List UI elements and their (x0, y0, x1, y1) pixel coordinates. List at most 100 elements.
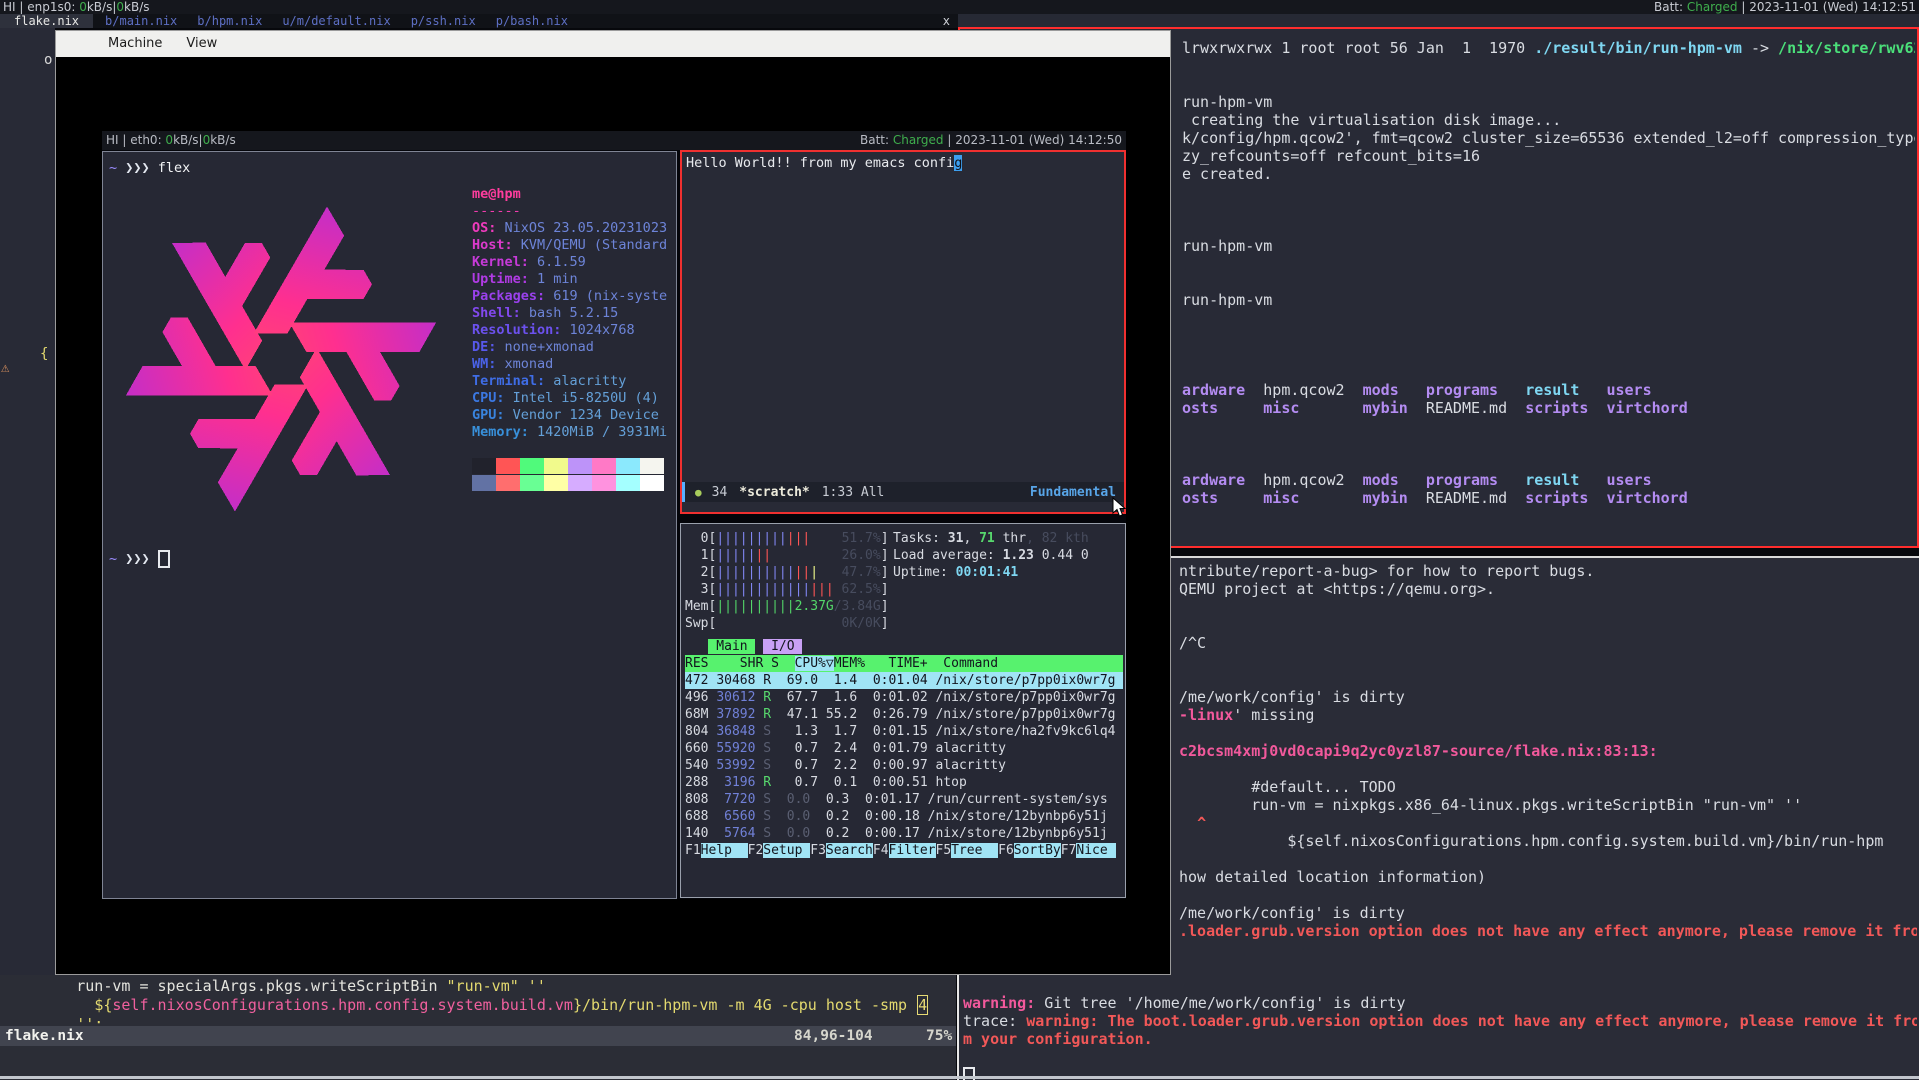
text-segment (640, 458, 664, 474)
text-segment: 2.37G (795, 599, 834, 614)
menu-machine[interactable]: Machine (108, 31, 162, 57)
tab-b-main-nix[interactable]: b/main.nix (105, 14, 177, 28)
line (1179, 724, 1917, 742)
fkey-search[interactable]: Search (826, 843, 873, 858)
text-segment: 36848 (716, 724, 755, 739)
color-palette-row (472, 475, 670, 492)
modeline-dot-icon: ● (695, 486, 702, 499)
tab-p-bash-nix[interactable]: p/bash.nix (496, 14, 568, 28)
line: e created. (1182, 165, 1915, 183)
text-segment: 472 (685, 673, 716, 688)
gutter-brace: { (40, 346, 48, 362)
text-segment: 68M (685, 707, 716, 722)
vm-emacs-window[interactable]: Hello World!! from my emacs config ● 34 … (680, 150, 1126, 514)
text-segment: Intel i5-8250U (4) (513, 390, 659, 406)
editor-tab-bar: flake.nix b/main.nix b/hpm.nix u/m/default.… (0, 14, 958, 28)
text-segment: scripts (1525, 399, 1606, 417)
text-segment: R (763, 707, 771, 722)
text-segment: HI | eth0: (106, 132, 165, 149)
text-segment: 0.0 (787, 792, 810, 807)
menu-view[interactable]: View (186, 31, 217, 57)
process-row: 688 6560 S 0.0 0.2 0:00.18 /nix/store/12… (685, 808, 1123, 825)
host-editor-window[interactable]: run-vm = specialArgs.pkgs.writeScriptBin… (0, 975, 956, 1080)
shell-prompt: ~ ❯❯❯ (109, 550, 170, 567)
text-segment: /nix/store/rwv62az54zgiwcx0708li0n19fky0 (1778, 39, 1915, 57)
line: ^ (1179, 814, 1917, 832)
text-segment: c2bcsm4xmj0vd0capi9q2yc0yzl87-source/fla… (1179, 742, 1658, 760)
code-line: run-vm = specialArgs.pkgs.writeScriptBin… (4, 977, 956, 996)
modeline-position: 1:33 All (822, 485, 885, 500)
fkey-nice[interactable]: Nice (1076, 843, 1107, 858)
vm-screen[interactable]: HI | eth0: 0kB/s|0kB/sBatt: Charged | 20… (102, 131, 1126, 899)
text-segment: m your configuration. (963, 1030, 1153, 1048)
terminal-line: lrwxrwxrwx 1 root root 56 Jan 1 1970 ./r… (1182, 39, 1915, 57)
fkey-help[interactable]: Help (701, 843, 748, 858)
text-segment: Git tree '/home/me/work/config' is dirty (1035, 994, 1405, 1012)
shell-prompt: ~ ❯❯❯ flex (109, 160, 190, 177)
text-segment: run-hpm-vm (1182, 237, 1272, 255)
text-segment: virtchord (1606, 489, 1687, 507)
vm-htop-window[interactable]: 0[|||||||||||| 51.7%] 1[||||||| 26.0%] 2… (680, 523, 1126, 898)
text-segment: S (763, 809, 771, 824)
text-segment (771, 792, 787, 807)
text-segment: hpm.qcow2 (1263, 381, 1362, 399)
text-segment: ] (881, 582, 889, 597)
text-segment: ardware (1182, 471, 1263, 489)
htop-tab-main[interactable]: Main (708, 639, 755, 654)
htop-cursor (1108, 843, 1116, 858)
line: zy_refcounts=off refcount_bits=16 (1182, 147, 1915, 165)
text-segment (496, 475, 520, 491)
line: run-hpm-vm (1182, 291, 1915, 309)
text-segment: run-hpm-vm (1182, 93, 1272, 111)
warning-line: trace: warning: The boot.loader.grub.ver… (963, 1012, 1917, 1030)
text-segment: 1.3 1.7 0:01.15 /nix/store/ha2fv9kc6lq4 (771, 724, 1115, 739)
modeline-number: 34 (712, 485, 728, 500)
qemu-window[interactable]: Machine View HI | eth0: 0kB/s|0kB/sBatt: … (55, 30, 1171, 975)
tab-u-m-default-nix[interactable]: u/m/default.nix (282, 14, 390, 28)
text-segment: ntribute/report-a-bug> for how to report… (1179, 562, 1594, 580)
text-segment: alacritty (553, 373, 626, 389)
text-segment: -> (1742, 39, 1778, 57)
text-segment (771, 826, 787, 841)
text-segment: result (1525, 471, 1606, 489)
text-segment: /me/work/config' is dirty (1179, 688, 1405, 706)
text-segment: 140 (685, 826, 724, 841)
fkey-filter[interactable]: Filter (889, 843, 936, 858)
text-segment: 0.44 0 (1034, 548, 1089, 563)
text-segment: QEMU project at <https://qemu.org>. (1179, 580, 1495, 598)
qemu-menubar[interactable]: Machine View (56, 31, 1170, 57)
tab-close-button[interactable]: x (935, 14, 958, 28)
text-segment: programs (1426, 381, 1525, 399)
line: Host: KVM/QEMU (Standard (472, 237, 670, 254)
line: Packages: 619 (nix-syste (472, 288, 670, 305)
tab-p-ssh-nix[interactable]: p/ssh.nix (411, 14, 476, 28)
line: ${self.nixosConfigurations.hpm.config.sy… (1179, 832, 1917, 850)
editor-tab-bar[interactable]: flake.nix b/main.nix b/hpm.nix u/m/default.… (0, 14, 958, 28)
text-segment: 30468 (716, 673, 755, 688)
text-segment: warning: (963, 994, 1035, 1012)
status-cursor-position: 84,96-104 (794, 1026, 873, 1046)
fkey-tree[interactable]: Tree (951, 843, 998, 858)
line: run-hpm-vm (1182, 93, 1915, 111)
text-segment: F3 (810, 843, 826, 858)
htop-header: RES SHR S CPU%▽MEM% TIME+ Command (685, 655, 1123, 672)
line: OS: NixOS 23.05.20231023 (472, 220, 670, 237)
vm-prompt: ~ ❯❯❯ (109, 550, 170, 567)
fkey-setup[interactable]: Setup (763, 843, 810, 858)
text-segment: R (763, 775, 771, 790)
gutter-char: o (44, 52, 52, 68)
htop-tab-io[interactable]: I/O (763, 639, 802, 654)
fkey-sortby[interactable]: SortBy (1014, 843, 1061, 858)
tab-flake-nix[interactable]: flake.nix (0, 14, 93, 28)
text-segment: none+xmonad (505, 339, 594, 355)
htop-sort-cpu[interactable]: CPU%▽ (795, 656, 834, 671)
vm-terminal-window[interactable]: ~ ❯❯❯ flex (102, 151, 677, 899)
text-segment: ] (881, 548, 889, 563)
line: CPU: Intel i5-8250U (4) (472, 390, 670, 407)
line: ------ (472, 203, 670, 220)
line (1182, 255, 1915, 273)
text-segment: self.nixosConfigurations.hpm.config.syst… (112, 996, 573, 1014)
tab-b-hpm-nix[interactable]: b/hpm.nix (197, 14, 262, 28)
line: Memory: 1420MiB / 3931Mi (472, 424, 670, 441)
line: run-hpm-vm (1182, 237, 1915, 255)
